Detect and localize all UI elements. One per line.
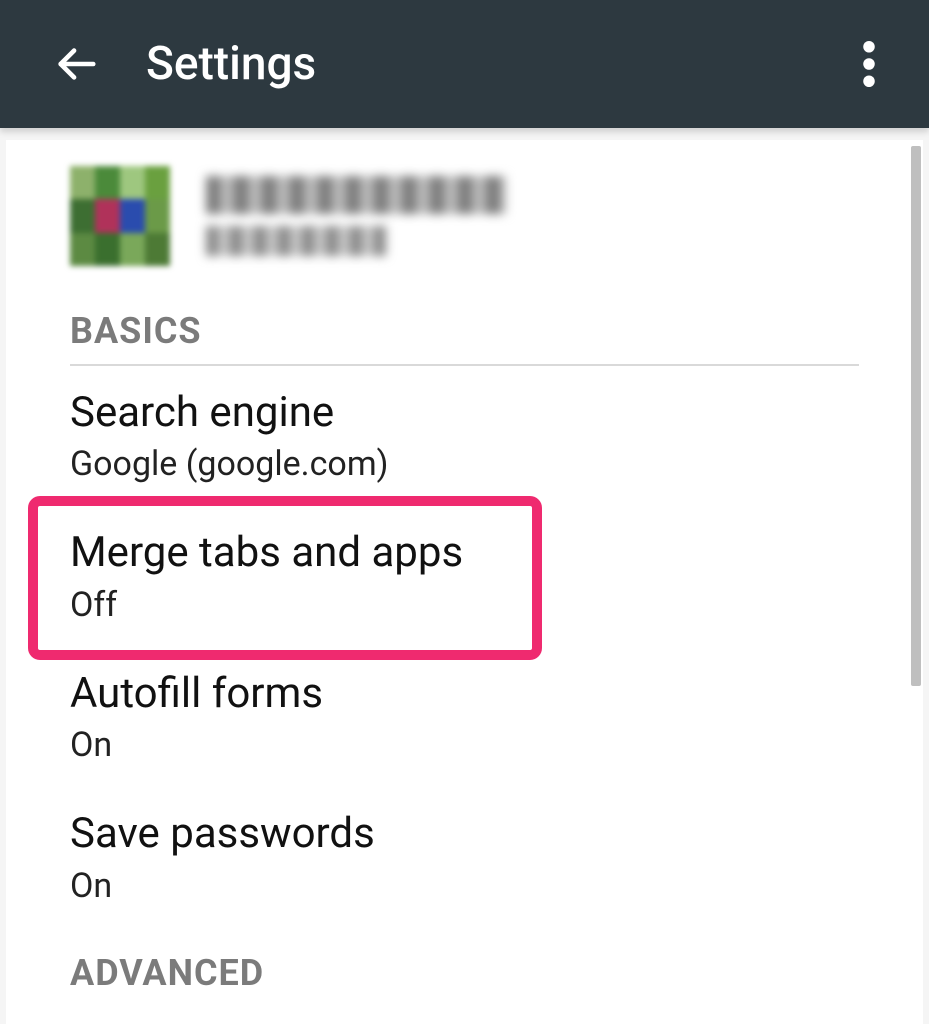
setting-value: Google (google.com) bbox=[70, 444, 859, 484]
setting-merge-tabs-apps[interactable]: Merge tabs and apps Off bbox=[6, 506, 923, 646]
section-header-advanced: ADVANCED bbox=[6, 928, 923, 1006]
setting-title: Autofill forms bbox=[70, 669, 859, 719]
avatar bbox=[70, 166, 170, 266]
more-vert-icon bbox=[863, 41, 875, 87]
account-row[interactable] bbox=[6, 140, 923, 286]
setting-search-engine[interactable]: Search engine Google (google.com) bbox=[6, 366, 923, 506]
scrollbar-thumb[interactable] bbox=[911, 146, 921, 686]
arrow-back-icon bbox=[53, 41, 99, 87]
account-email-redacted bbox=[206, 226, 386, 256]
setting-value: On bbox=[70, 866, 859, 906]
back-button[interactable] bbox=[48, 36, 104, 92]
content-area: BASICS Search engine Google (google.com)… bbox=[0, 128, 929, 1024]
setting-save-passwords[interactable]: Save passwords On bbox=[6, 787, 923, 927]
section-header-basics: BASICS bbox=[6, 286, 923, 364]
setting-value: On bbox=[70, 725, 859, 765]
app-bar: Settings bbox=[0, 0, 929, 128]
account-text bbox=[206, 176, 506, 256]
overflow-menu-button[interactable] bbox=[841, 36, 897, 92]
settings-scroll[interactable]: BASICS Search engine Google (google.com)… bbox=[6, 140, 923, 1024]
setting-title: Search engine bbox=[70, 388, 859, 438]
account-name-redacted bbox=[206, 176, 506, 214]
setting-title: Merge tabs and apps bbox=[70, 528, 859, 578]
setting-autofill-forms[interactable]: Autofill forms On bbox=[6, 647, 923, 787]
page-title: Settings bbox=[146, 37, 841, 91]
setting-title: Save passwords bbox=[70, 809, 859, 859]
setting-value: Off bbox=[70, 585, 859, 625]
